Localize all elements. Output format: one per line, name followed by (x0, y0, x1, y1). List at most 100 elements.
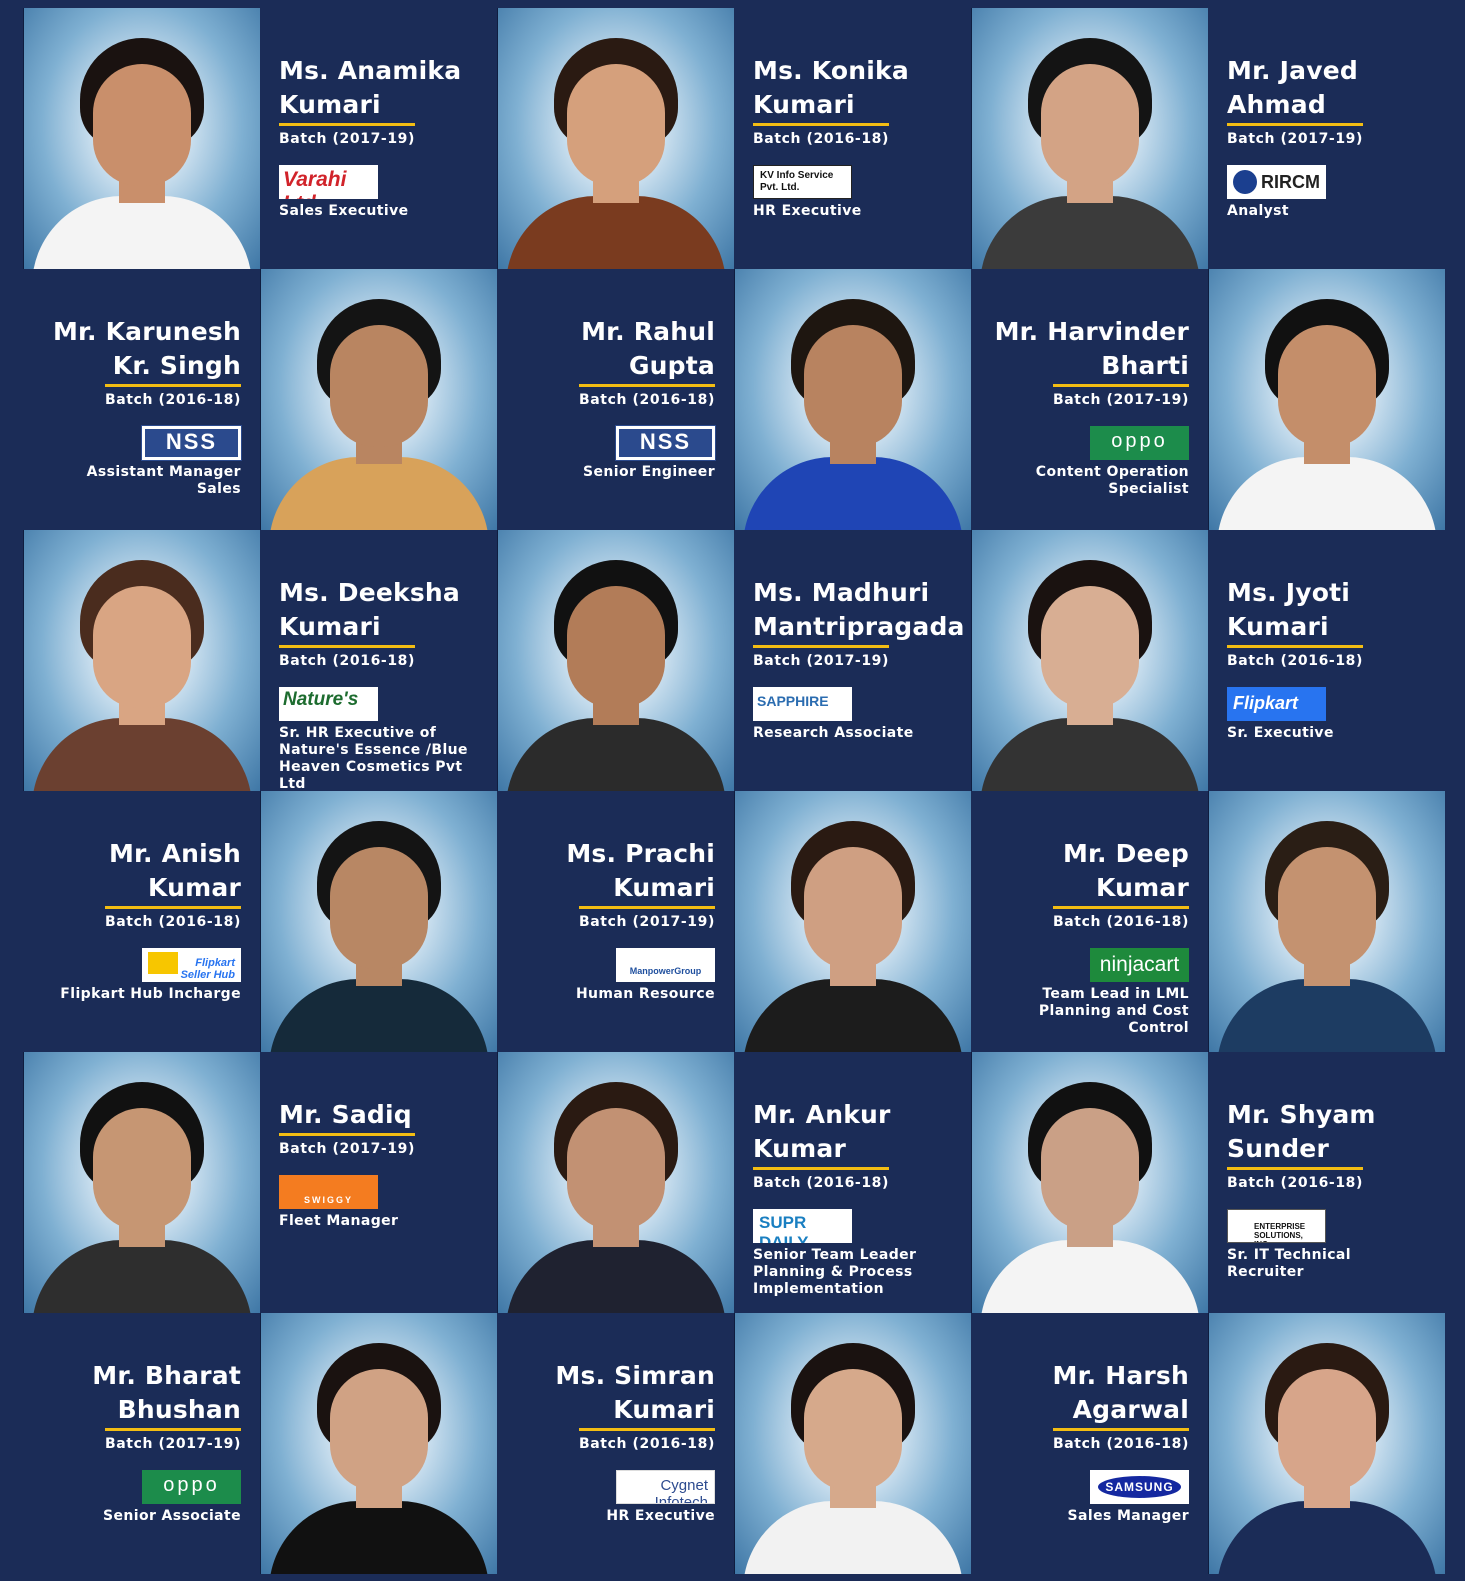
name-underline (1053, 384, 1189, 387)
person-name: Ms. Jyoti Kumari (1227, 578, 1351, 641)
name-underline (279, 645, 415, 648)
company-logo: ManpowerGroup (616, 948, 715, 982)
batch-label: Batch (2016-18) (578, 392, 715, 408)
profile-photo (1208, 269, 1445, 530)
job-title: Senior Team Leader Planning & Process Im… (753, 1247, 917, 1297)
person-name: Ms. Prachi Kumari (566, 839, 715, 902)
profile-card: Mr. Bharat Bhushan Batch (2017-19) oppo Sen… (23, 1313, 260, 1574)
name-underline (105, 1428, 241, 1431)
alumni-placement-grid: Ms. Anamika Kumari Batch (2017-19) Varahi … (23, 8, 1445, 1581)
company-logo: oppo (142, 1470, 241, 1504)
name-underline (753, 1167, 889, 1170)
person-silhouette (1209, 269, 1445, 530)
person-name: Ms. Simran Kumari (555, 1361, 715, 1424)
person-name: Mr. Bharat Bhushan (92, 1361, 241, 1424)
person-silhouette (24, 8, 260, 269)
batch-label: Batch (2016-18) (104, 914, 241, 930)
batch-label: Batch (2017-19) (1052, 392, 1189, 408)
person-silhouette (972, 530, 1208, 791)
batch-label: Batch (2017-19) (578, 914, 715, 930)
profile-card: Ms. Jyoti Kumari Batch (2016-18) Flipkart S… (1208, 530, 1445, 791)
batch-label: Batch (2016-18) (1227, 653, 1364, 669)
profile-photo (734, 269, 971, 530)
company-logo: NSS (141, 425, 242, 461)
profile-photo (734, 1313, 971, 1574)
profile-card: Ms. Simran Kumari Batch (2016-18) Cygnet I… (497, 1313, 734, 1574)
profile-card: Mr. Deep Kumar Batch (2016-18) ninjacart Te… (971, 791, 1208, 1052)
name-underline (753, 645, 889, 648)
profile-card: Mr. Shyam Sunder Batch (2016-18) ENTERPRIS… (1208, 1052, 1445, 1313)
profile-photo (23, 530, 260, 791)
person-name: Mr. Sadiq (279, 1100, 412, 1129)
job-title: Fleet Manager (279, 1213, 399, 1229)
name-underline (1227, 1167, 1363, 1170)
profile-photo (971, 8, 1208, 269)
job-title: Flipkart Hub Incharge (60, 986, 241, 1002)
profile-photo (971, 530, 1208, 791)
job-title: Human Resource (575, 986, 715, 1002)
job-title: Senior Engineer (583, 464, 715, 480)
profile-photo (1208, 1313, 1445, 1574)
profile-photo (23, 8, 260, 269)
job-title: Assistant Manager Sales (86, 464, 241, 497)
person-name: Mr. Anish Kumar (108, 839, 241, 902)
company-logo: NSS (615, 425, 716, 461)
name-underline (1053, 906, 1189, 909)
person-name: Mr. Harvinder Bharti (994, 317, 1189, 380)
person-name: Mr. Rahul Gupta (581, 317, 715, 380)
profile-card: Ms. Madhuri Mantripragada Batch (2017-19)… (734, 530, 971, 791)
profile-card: Mr. Sadiq Batch (2017-19) SWIGGY Fleet Mana… (260, 1052, 497, 1313)
person-silhouette (972, 8, 1208, 269)
person-name: Mr. Ankur Kumar (753, 1100, 891, 1163)
job-title: HR Executive (606, 1508, 715, 1524)
profile-card: Ms. Konika Kumari Batch (2016-18) KV Info … (734, 8, 971, 269)
job-title: Content Operation Specialist (1035, 464, 1189, 497)
profile-card: Ms. Prachi Kumari Batch (2017-19) Manpower… (497, 791, 734, 1052)
person-silhouette (735, 269, 971, 530)
name-underline (753, 123, 889, 126)
profile-photo (260, 1313, 497, 1574)
company-logo: RIRCM (1227, 165, 1326, 199)
name-underline (1053, 1428, 1189, 1431)
batch-label: Batch (2016-18) (1052, 914, 1189, 930)
name-underline (1227, 123, 1363, 126)
profile-card: Mr. Anish Kumar Batch (2016-18) Flipkart S… (23, 791, 260, 1052)
profile-card: Mr. Ankur Kumar Batch (2016-18) SUPR DAILY… (734, 1052, 971, 1313)
name-underline (579, 384, 715, 387)
profile-photo (260, 269, 497, 530)
batch-label: Batch (2016-18) (753, 131, 890, 147)
person-name: Mr. Karunesh Kr. Singh (52, 317, 241, 380)
job-title: Sr. IT Technical Recruiter (1227, 1247, 1351, 1280)
job-title: Sales Manager (1067, 1508, 1189, 1524)
person-silhouette (24, 1052, 260, 1313)
profile-photo (23, 1052, 260, 1313)
batch-label: Batch (2017-19) (279, 1141, 416, 1157)
company-logo: SAMSUNG (1090, 1470, 1189, 1504)
person-silhouette (261, 1313, 497, 1574)
person-silhouette (261, 791, 497, 1052)
person-name: Ms. Konika Kumari (753, 56, 909, 119)
person-silhouette (735, 1313, 971, 1574)
profile-photo (497, 530, 734, 791)
batch-label: Batch (2016-18) (104, 392, 241, 408)
profile-photo (1208, 791, 1445, 1052)
job-title: Sr. HR Executive of Nature's Essence /Bl… (279, 725, 468, 791)
person-name: Ms. Deeksha Kumari (279, 578, 460, 641)
name-underline (105, 384, 241, 387)
batch-label: Batch (2016-18) (578, 1436, 715, 1452)
job-title: Research Associate (753, 725, 914, 741)
person-silhouette (498, 530, 734, 791)
job-title: Team Lead in LML Planning and Cost Contr… (1038, 986, 1189, 1036)
batch-label: Batch (2016-18) (753, 1175, 890, 1191)
batch-label: Batch (2017-19) (1227, 131, 1364, 147)
person-name: Mr. Javed Ahmad (1227, 56, 1358, 119)
job-title: HR Executive (753, 203, 862, 219)
profile-card: Mr. Rahul Gupta Batch (2016-18) NSS Senior … (497, 269, 734, 530)
company-logo: SWIGGY (279, 1175, 378, 1209)
company-logo: Flipkart Seller Hub (142, 948, 241, 982)
batch-label: Batch (2016-18) (1227, 1175, 1364, 1191)
batch-label: Batch (2016-18) (279, 653, 416, 669)
name-underline (279, 123, 415, 126)
batch-label: Batch (2017-19) (104, 1436, 241, 1452)
profile-photo (260, 791, 497, 1052)
